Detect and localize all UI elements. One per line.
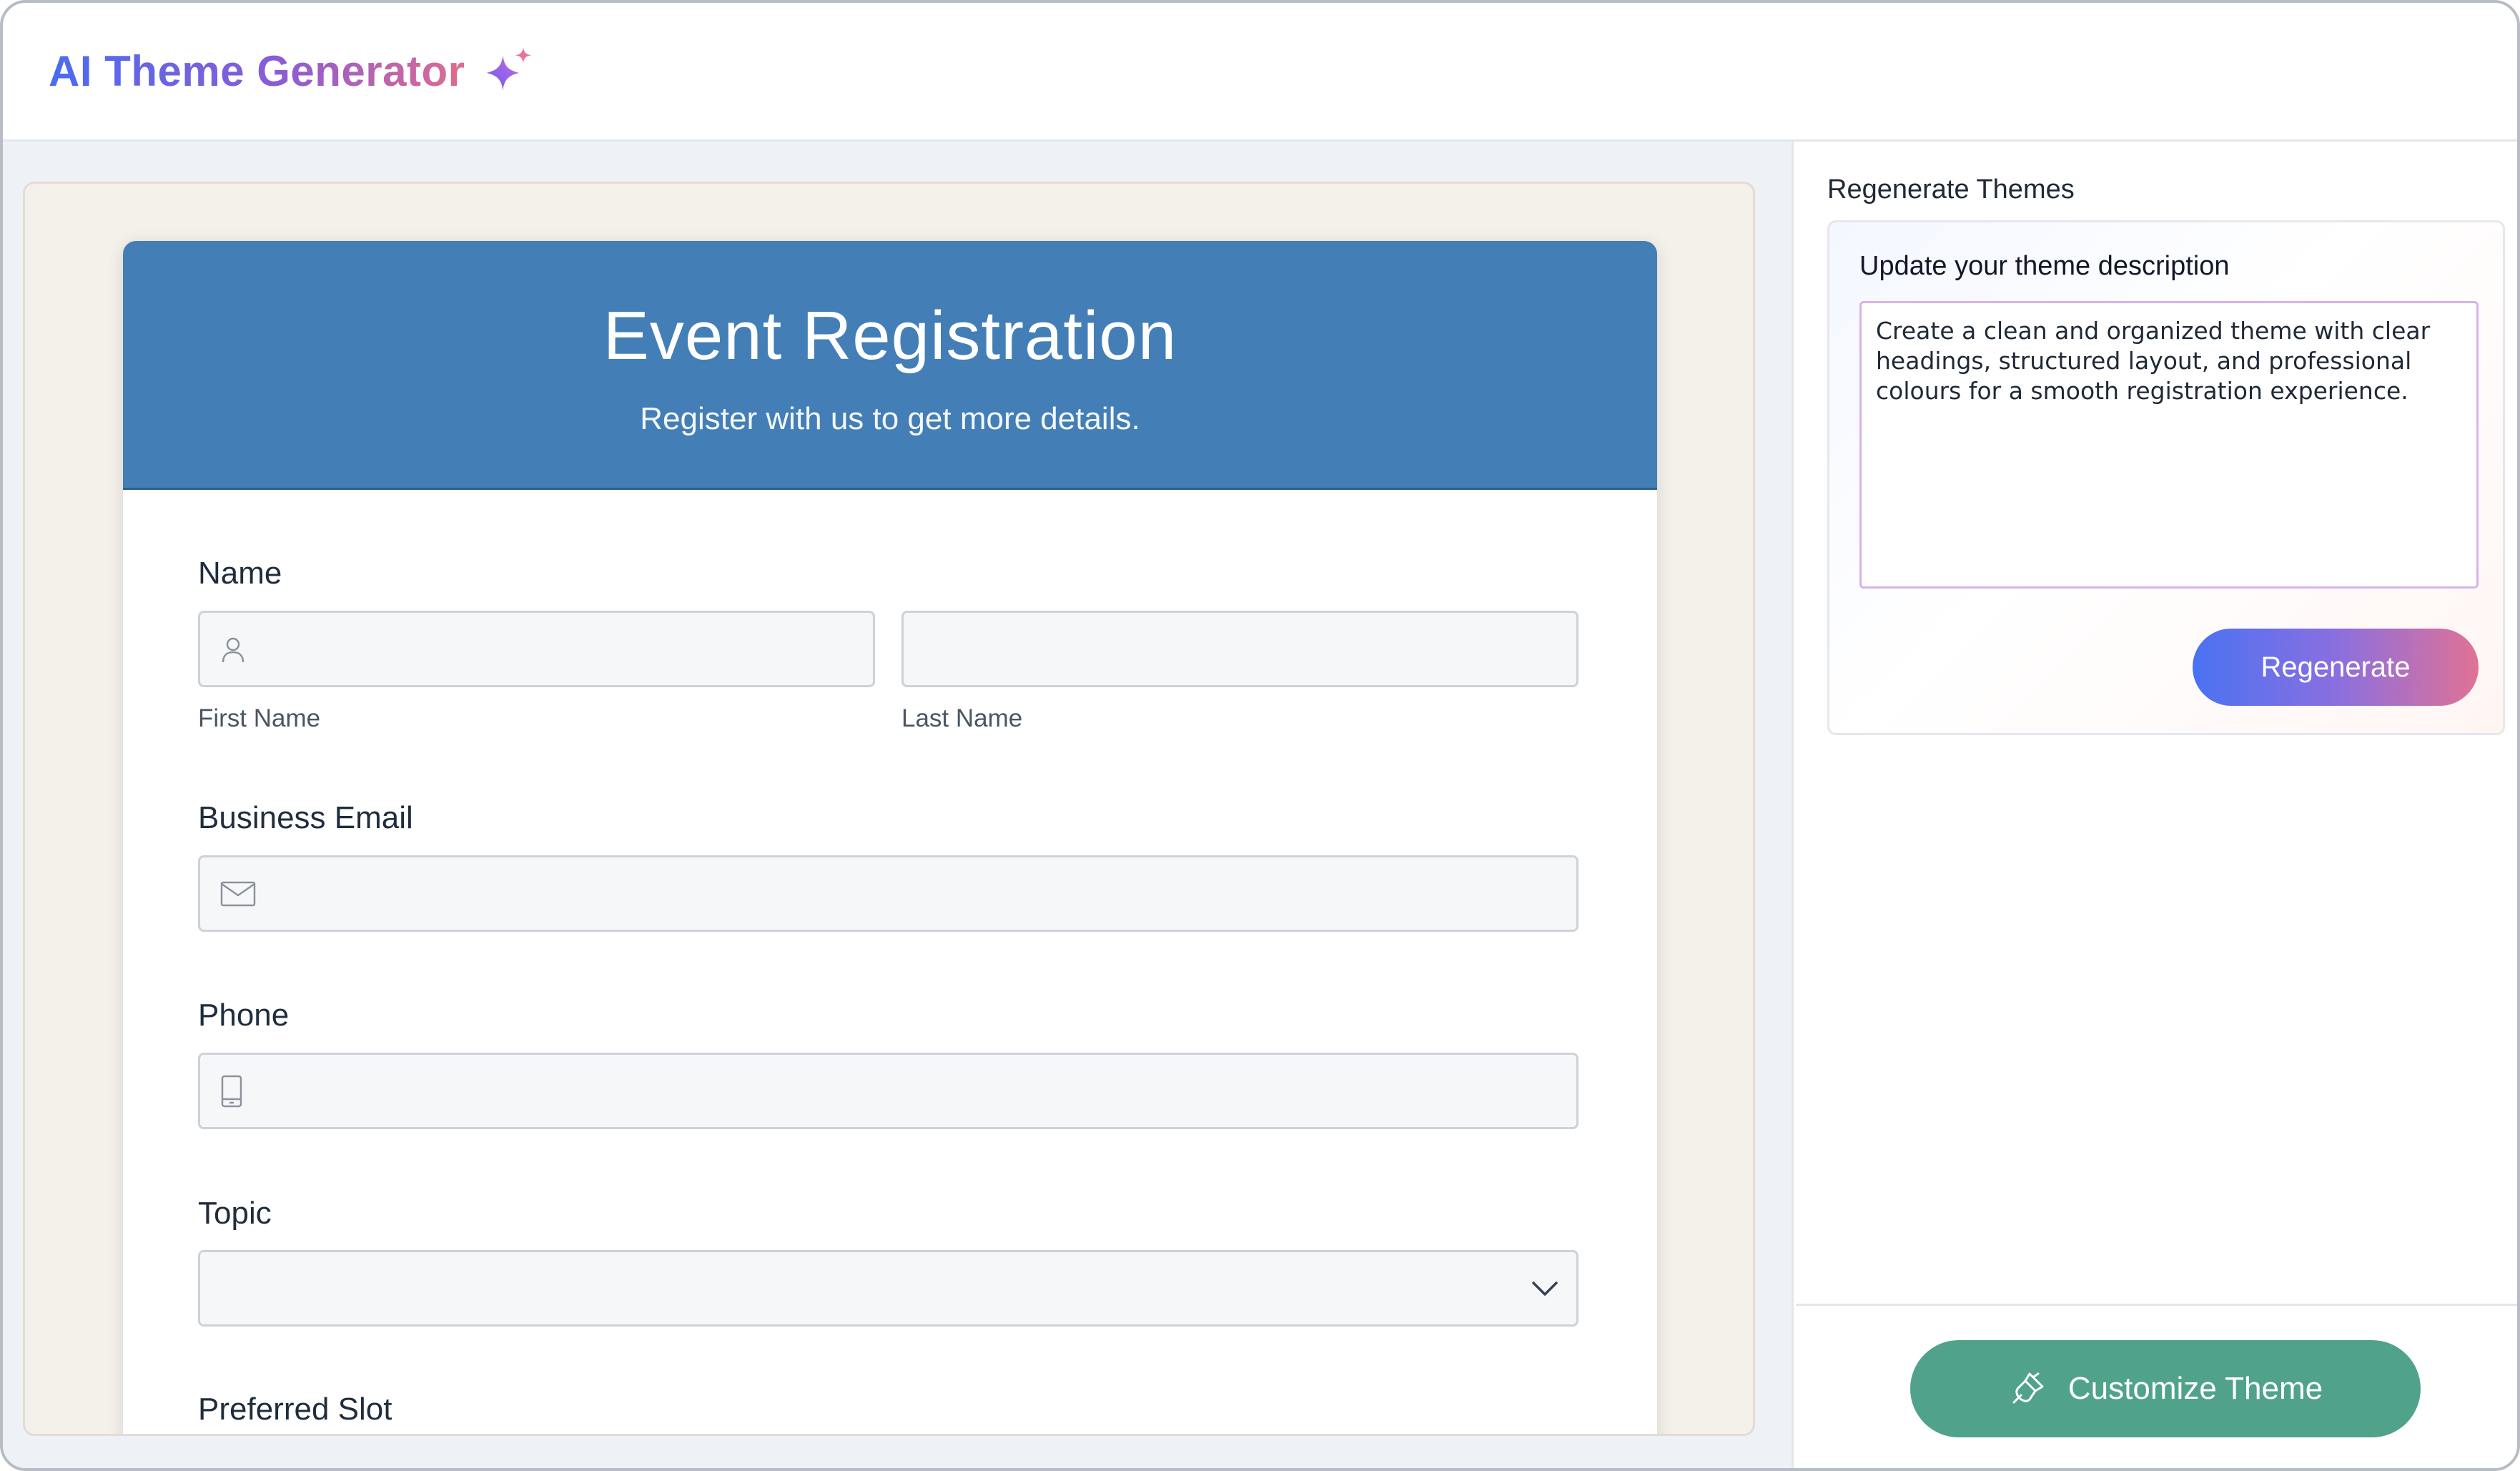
first-name-sublabel: First Name xyxy=(198,704,321,732)
preview-pane: Event Registration Register with us to g… xyxy=(3,142,1794,1468)
phone-input[interactable] xyxy=(198,1053,1578,1129)
app-window: AI Theme Generator Event Registration Re… xyxy=(0,0,2520,1471)
top-bar: AI Theme Generator xyxy=(3,3,2517,142)
envelope-icon xyxy=(220,881,256,906)
regenerate-card: Update your theme description Create a c… xyxy=(1827,220,2505,735)
form-card: Event Registration Register with us to g… xyxy=(123,241,1657,1434)
form-subtitle: Register with us to get more details. xyxy=(640,401,1140,436)
phone-label: Phone xyxy=(198,998,290,1033)
app-title: AI Theme Generator xyxy=(49,47,465,95)
first-name-input[interactable] xyxy=(198,611,875,687)
customize-theme-button[interactable]: Customize Theme xyxy=(1910,1340,2421,1437)
last-name-sublabel: Last Name xyxy=(901,704,1023,732)
paint-brush-icon xyxy=(2012,1372,2044,1404)
customize-theme-label: Customize Theme xyxy=(2067,1371,2323,1406)
theme-sidebar: Regenerate Themes Update your theme desc… xyxy=(1796,142,2517,1468)
topic-select[interactable] xyxy=(198,1250,1578,1327)
topic-label: Topic xyxy=(198,1196,272,1231)
sidebar-footer: Customize Theme xyxy=(1796,1304,2517,1468)
chevron-down-icon xyxy=(1532,1281,1558,1296)
email-label: Business Email xyxy=(198,800,413,835)
email-input[interactable] xyxy=(198,855,1578,932)
last-name-input[interactable] xyxy=(901,611,1578,687)
form-title: Event Registration xyxy=(603,297,1177,374)
preview-canvas[interactable]: Event Registration Register with us to g… xyxy=(23,182,1755,1436)
regenerate-section-title: Regenerate Themes xyxy=(1827,174,2075,205)
name-label: Name xyxy=(198,556,282,591)
mobile-phone-icon xyxy=(221,1075,242,1107)
theme-description-textarea[interactable]: Create a clean and organized theme with … xyxy=(1859,301,2479,589)
user-icon xyxy=(222,637,244,662)
regenerate-button[interactable]: Regenerate xyxy=(2193,629,2479,706)
sparkle-icon xyxy=(486,46,531,91)
form-header: Event Registration Register with us to g… xyxy=(123,241,1657,490)
theme-description-label: Update your theme description xyxy=(1859,251,2230,281)
preferred-slot-label: Preferred Slot xyxy=(198,1392,392,1427)
